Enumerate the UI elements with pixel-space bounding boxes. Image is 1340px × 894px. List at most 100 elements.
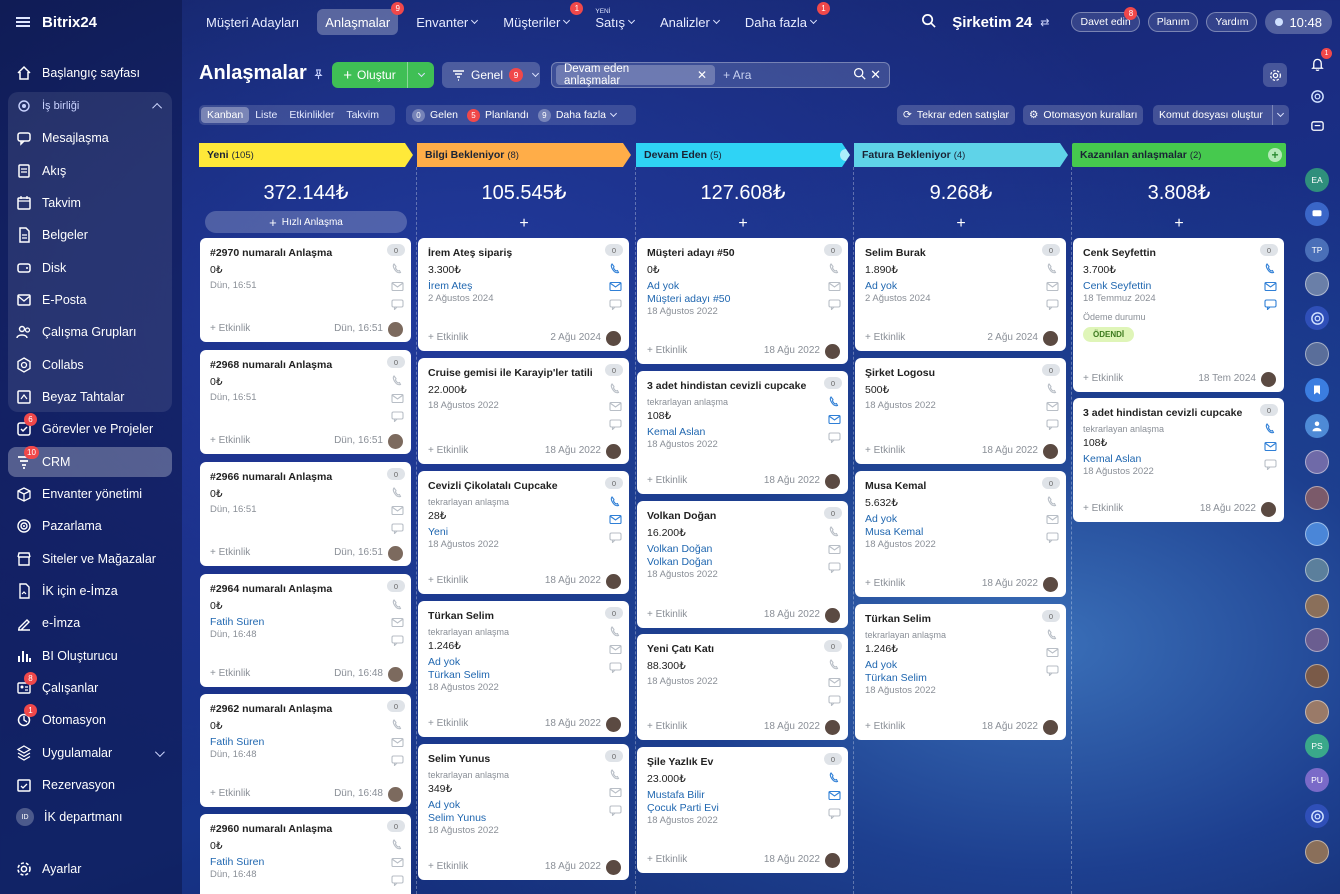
add-activity-link[interactable]: + Etkinlik <box>647 345 687 356</box>
avatar[interactable] <box>606 574 621 589</box>
phone-icon[interactable] <box>391 263 404 274</box>
avatar[interactable] <box>1261 502 1276 517</box>
avatar[interactable] <box>388 667 403 682</box>
deal-link[interactable]: Ad yok <box>647 280 679 292</box>
copilot-icon[interactable] <box>1305 306 1329 330</box>
script-dropdown[interactable] <box>1272 105 1285 125</box>
close-icon[interactable]: ✕ <box>697 68 707 82</box>
deal-card[interactable]: Musa Kemal 0 5.632₺ Ad yok Musa Kemal 18 Ağus… <box>855 471 1066 597</box>
settings-button[interactable] <box>1263 63 1287 87</box>
mail-icon[interactable] <box>391 737 404 748</box>
bell-icon[interactable]: 1 <box>1305 48 1332 76</box>
deal-title[interactable]: Volkan Doğan <box>647 510 817 522</box>
chat-icon[interactable] <box>1305 202 1329 226</box>
deal-title[interactable]: Cevizli Çikolatalı Cupcake <box>428 480 598 492</box>
phone-icon[interactable] <box>391 487 404 498</box>
chevron-up-icon[interactable] <box>152 102 163 113</box>
chat-icon[interactable] <box>828 299 841 311</box>
avatar[interactable] <box>825 853 840 868</box>
chat-icon[interactable] <box>828 562 841 574</box>
chat-icon[interactable] <box>1046 299 1059 311</box>
avatar[interactable] <box>606 717 621 732</box>
deal-title[interactable]: Türkan Selim <box>428 610 598 622</box>
phone-icon[interactable] <box>391 375 404 386</box>
sidebar-item-marketing[interactable]: Pazarlama <box>8 511 172 541</box>
add-activity-link[interactable]: + Etkinlik <box>647 609 687 620</box>
phone-icon[interactable] <box>1264 423 1277 434</box>
deal-link[interactable]: Çocuk Parti Evi <box>647 802 719 814</box>
add-activity-link[interactable]: + Etkinlik <box>210 788 250 799</box>
deal-card[interactable]: #2964 numaralı Anlaşma 0 0₺ Fatih Süren Dün,… <box>200 574 411 687</box>
add-activity-link[interactable]: + Etkinlik <box>428 332 468 343</box>
avatar[interactable] <box>388 787 403 802</box>
tab-müşteri-adayları[interactable]: Müşteri Adayları <box>198 9 307 35</box>
phone-icon[interactable] <box>609 626 622 637</box>
deal-title[interactable]: #2968 numaralı Anlaşma <box>210 359 380 371</box>
avatar[interactable] <box>606 331 621 346</box>
deal-title[interactable]: Musa Kemal <box>865 480 1035 492</box>
deal-card[interactable]: #2970 numaralı Anlaşma 0 0₺ Dün, 16:51 + Etk… <box>200 238 411 342</box>
sidebar-item-apps[interactable]: Uygulamalar <box>8 738 172 768</box>
photo-avatar[interactable] <box>1305 840 1329 864</box>
deal-link[interactable]: Ad yok <box>428 799 460 811</box>
deal-link[interactable]: Musa Kemal <box>865 526 923 538</box>
deal-link[interactable]: Fatih Süren <box>210 736 264 748</box>
mail-icon[interactable] <box>609 401 622 412</box>
avatar[interactable] <box>388 434 403 449</box>
chat-icon[interactable] <box>1046 665 1059 677</box>
sidebar-item-disk[interactable]: Disk <box>8 253 172 283</box>
sidebar-item-group[interactable]: Çalışma Grupları <box>8 317 172 347</box>
add-activity-link[interactable]: + Etkinlik <box>647 854 687 865</box>
logo[interactable]: Bitrix24 <box>42 14 97 31</box>
sidebar-item-chat[interactable]: Mesajlaşma <box>8 123 172 153</box>
deal-link[interactable]: Ad yok <box>865 513 897 525</box>
column-header[interactable]: Yeni (105) <box>199 143 413 167</box>
add-activity-link[interactable]: + Etkinlik <box>428 575 468 586</box>
phone-icon[interactable] <box>609 496 622 507</box>
mail-icon[interactable] <box>391 281 404 292</box>
deal-title[interactable]: #2970 numaralı Anlaşma <box>210 247 380 259</box>
mail-icon[interactable] <box>391 505 404 516</box>
tab-satış[interactable]: Satış YENİ <box>587 8 642 35</box>
deal-card[interactable]: #2962 numaralı Anlaşma 0 0₺ Fatih Süren Dün,… <box>200 694 411 807</box>
deal-card[interactable]: Selim Burak 0 1.890₺ Ad yok 2 Ağustos 2024 + … <box>855 238 1066 351</box>
avatar[interactable] <box>606 860 621 875</box>
deal-title[interactable]: Cruise gemisi ile Karayip'ler tatili <box>428 367 598 379</box>
avatar[interactable] <box>606 444 621 459</box>
menu-icon[interactable] <box>16 17 30 27</box>
add-activity-link[interactable]: + Etkinlik <box>1083 503 1123 514</box>
column-header[interactable]: Bilgi Bekleniyor (8) <box>417 143 631 167</box>
deal-title[interactable]: Şirket Logosu <box>865 367 1035 379</box>
deal-link[interactable]: Ad yok <box>428 656 460 668</box>
phone-icon[interactable] <box>391 839 404 850</box>
tab-envanter[interactable]: Envanter <box>408 9 485 35</box>
bookmark-icon[interactable] <box>1305 378 1329 402</box>
deal-title[interactable]: Selim Yunus <box>428 753 598 765</box>
deal-link[interactable]: Kemal Aslan <box>1083 453 1141 465</box>
avatar[interactable] <box>388 546 403 561</box>
deal-title[interactable]: #2960 numaralı Anlaşma <box>210 823 380 835</box>
create-main[interactable]: + Oluştur <box>332 62 408 88</box>
create-button[interactable]: + Oluştur <box>332 62 434 88</box>
counter-2[interactable]: 9 Daha fazla <box>537 108 618 122</box>
deal-card[interactable]: Cevizli Çikolatalı Cupcake 0 tekrarlayan a… <box>418 471 629 594</box>
chat-icon[interactable] <box>391 755 404 767</box>
add-activity-link[interactable]: + Etkinlik <box>210 435 250 446</box>
deal-link[interactable]: Yeni <box>428 526 448 538</box>
chat-icon[interactable] <box>609 662 622 674</box>
add-activity-link[interactable]: + Etkinlik <box>865 721 905 732</box>
contact-avatar[interactable]: TP <box>1305 238 1329 262</box>
view-tab-kanban[interactable]: Kanban <box>201 107 250 123</box>
deal-title[interactable]: 3 adet hindistan cevizli cupcake <box>1083 407 1253 419</box>
sidebar-item-booking[interactable]: Rezervasyon <box>8 770 172 800</box>
tab-analizler[interactable]: Analizler <box>652 9 727 35</box>
avatar[interactable] <box>825 344 840 359</box>
deal-link[interactable]: Fatih Süren <box>210 856 264 868</box>
deal-title[interactable]: Yeni Çatı Katı <box>647 643 817 655</box>
sidebar-item-feed[interactable]: Akış <box>8 156 172 186</box>
deal-link[interactable]: Türkan Selim <box>865 672 927 684</box>
deal-title[interactable]: İrem Ateş sipariş <box>428 247 598 259</box>
add-activity-link[interactable]: + Etkinlik <box>647 475 687 486</box>
deal-link[interactable]: Fatih Süren <box>210 616 264 628</box>
deal-card[interactable]: Şirket Logosu 0 500₺ 18 Ağustos 2022 + Etkin… <box>855 358 1066 464</box>
